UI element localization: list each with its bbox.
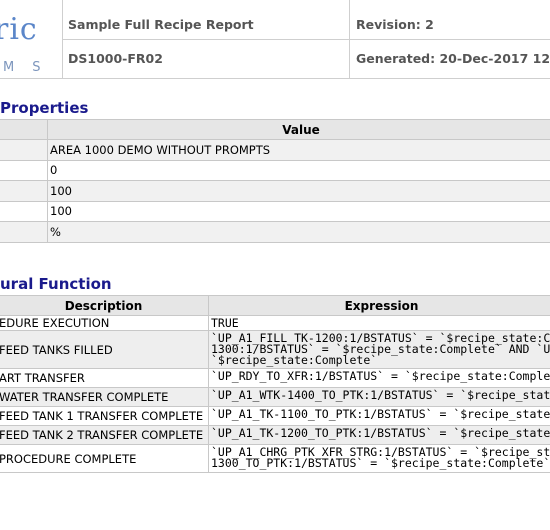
description-header: Description [0, 295, 209, 316]
properties-name-header [0, 119, 48, 140]
expression-cell: `UP_A1_WTK-1400_TO_PTK:1/BSTATUS` = `$re… [208, 387, 550, 407]
property-value-cell: AREA 1000 DEMO WITHOUT PROMPTS [47, 139, 550, 161]
table-row: FEED TANK 2 TRANSFER COMPLETE `UP_A1_TK-1… [0, 425, 550, 445]
table-row: FEED TANK 1 TRANSFER COMPLETE `UP_A1_TK-1… [0, 406, 550, 426]
properties-header-row: Value [0, 119, 550, 140]
table-row: % [0, 221, 550, 243]
function-header-row: Description Expression [0, 295, 550, 316]
company-logo: ric MS [0, 0, 62, 80]
description-cell: ART TRANSFER [0, 368, 209, 388]
property-name-cell [0, 221, 48, 243]
table-row: AREA 1000 DEMO WITHOUT PROMPTS [0, 139, 550, 161]
property-value-cell: 100 [47, 180, 550, 202]
document-id: DS1000-FR02 [68, 51, 163, 66]
table-row: ART TRANSFER `UP_RDY_TO_XFR:1/BSTATUS` = … [0, 368, 550, 388]
properties-table: Value AREA 1000 DEMO WITHOUT PROMPTS 0 100… [0, 119, 550, 243]
description-cell: EDURE EXECUTION [0, 315, 209, 331]
description-cell: FEED TANKS FILLED [0, 330, 209, 369]
table-row: EDURE EXECUTION TRUE [0, 315, 550, 331]
table-row: FEED TANKS FILLED `UP_A1_FILL_TK-1200:1/B… [0, 330, 550, 369]
property-name-cell [0, 159, 48, 181]
property-name-cell [0, 139, 48, 161]
logo-word: ric [0, 12, 38, 47]
function-table: Description Expression EDURE EXECUTION TR… [0, 295, 550, 473]
table-row: WATER TRANSFER COMPLETE `UP_A1_WTK-1400_T… [0, 387, 550, 407]
logo-subtext: MS [3, 60, 59, 75]
property-value-cell: % [47, 221, 550, 243]
property-name-cell [0, 200, 48, 222]
header-divider [0, 78, 550, 79]
table-row: PROCEDURE COMPLETE `UP_A1_CHRG_PTK_XFR_ST… [0, 444, 550, 473]
properties-value-header: Value [47, 119, 550, 140]
expression-cell: `UP_A1_TK-1200_TO_PTK:1/BSTATUS` = `$rec… [208, 425, 550, 445]
table-row: 0 [0, 159, 550, 181]
description-cell: WATER TRANSFER COMPLETE [0, 387, 209, 407]
property-name-cell [0, 180, 48, 202]
expression-cell: `UP_A1_TK-1100_TO_PTK:1/BSTATUS` = `$rec… [208, 406, 550, 426]
expression-header: Expression [208, 295, 550, 316]
property-value-cell: 0 [47, 159, 550, 181]
report-title: Sample Full Recipe Report [68, 17, 254, 32]
generated-timestamp: Generated: 20-Dec-2017 12:53 [356, 51, 550, 66]
expression-cell: `UP_A1_CHRG_PTK_XFR_STRG:1/BSTATUS` = `$… [208, 444, 550, 473]
property-value-cell: 100 [47, 200, 550, 222]
description-cell: PROCEDURE COMPLETE [0, 444, 209, 473]
properties-section-title: Properties [0, 99, 89, 117]
description-cell: FEED TANK 2 TRANSFER COMPLETE [0, 425, 209, 445]
expression-cell: `UP_RDY_TO_XFR:1/BSTATUS` = `$recipe_sta… [208, 368, 550, 388]
header-divider [62, 39, 550, 40]
table-row: 100 [0, 180, 550, 202]
expression-cell: `UP_A1_FILL_TK-1200:1/BSTATUS` = `$recip… [208, 330, 550, 369]
revision-label: Revision: 2 [356, 17, 434, 32]
description-cell: FEED TANK 1 TRANSFER COMPLETE [0, 406, 209, 426]
expression-cell: TRUE [208, 315, 550, 331]
table-row: 100 [0, 200, 550, 222]
function-section-title: ural Function [0, 275, 112, 293]
